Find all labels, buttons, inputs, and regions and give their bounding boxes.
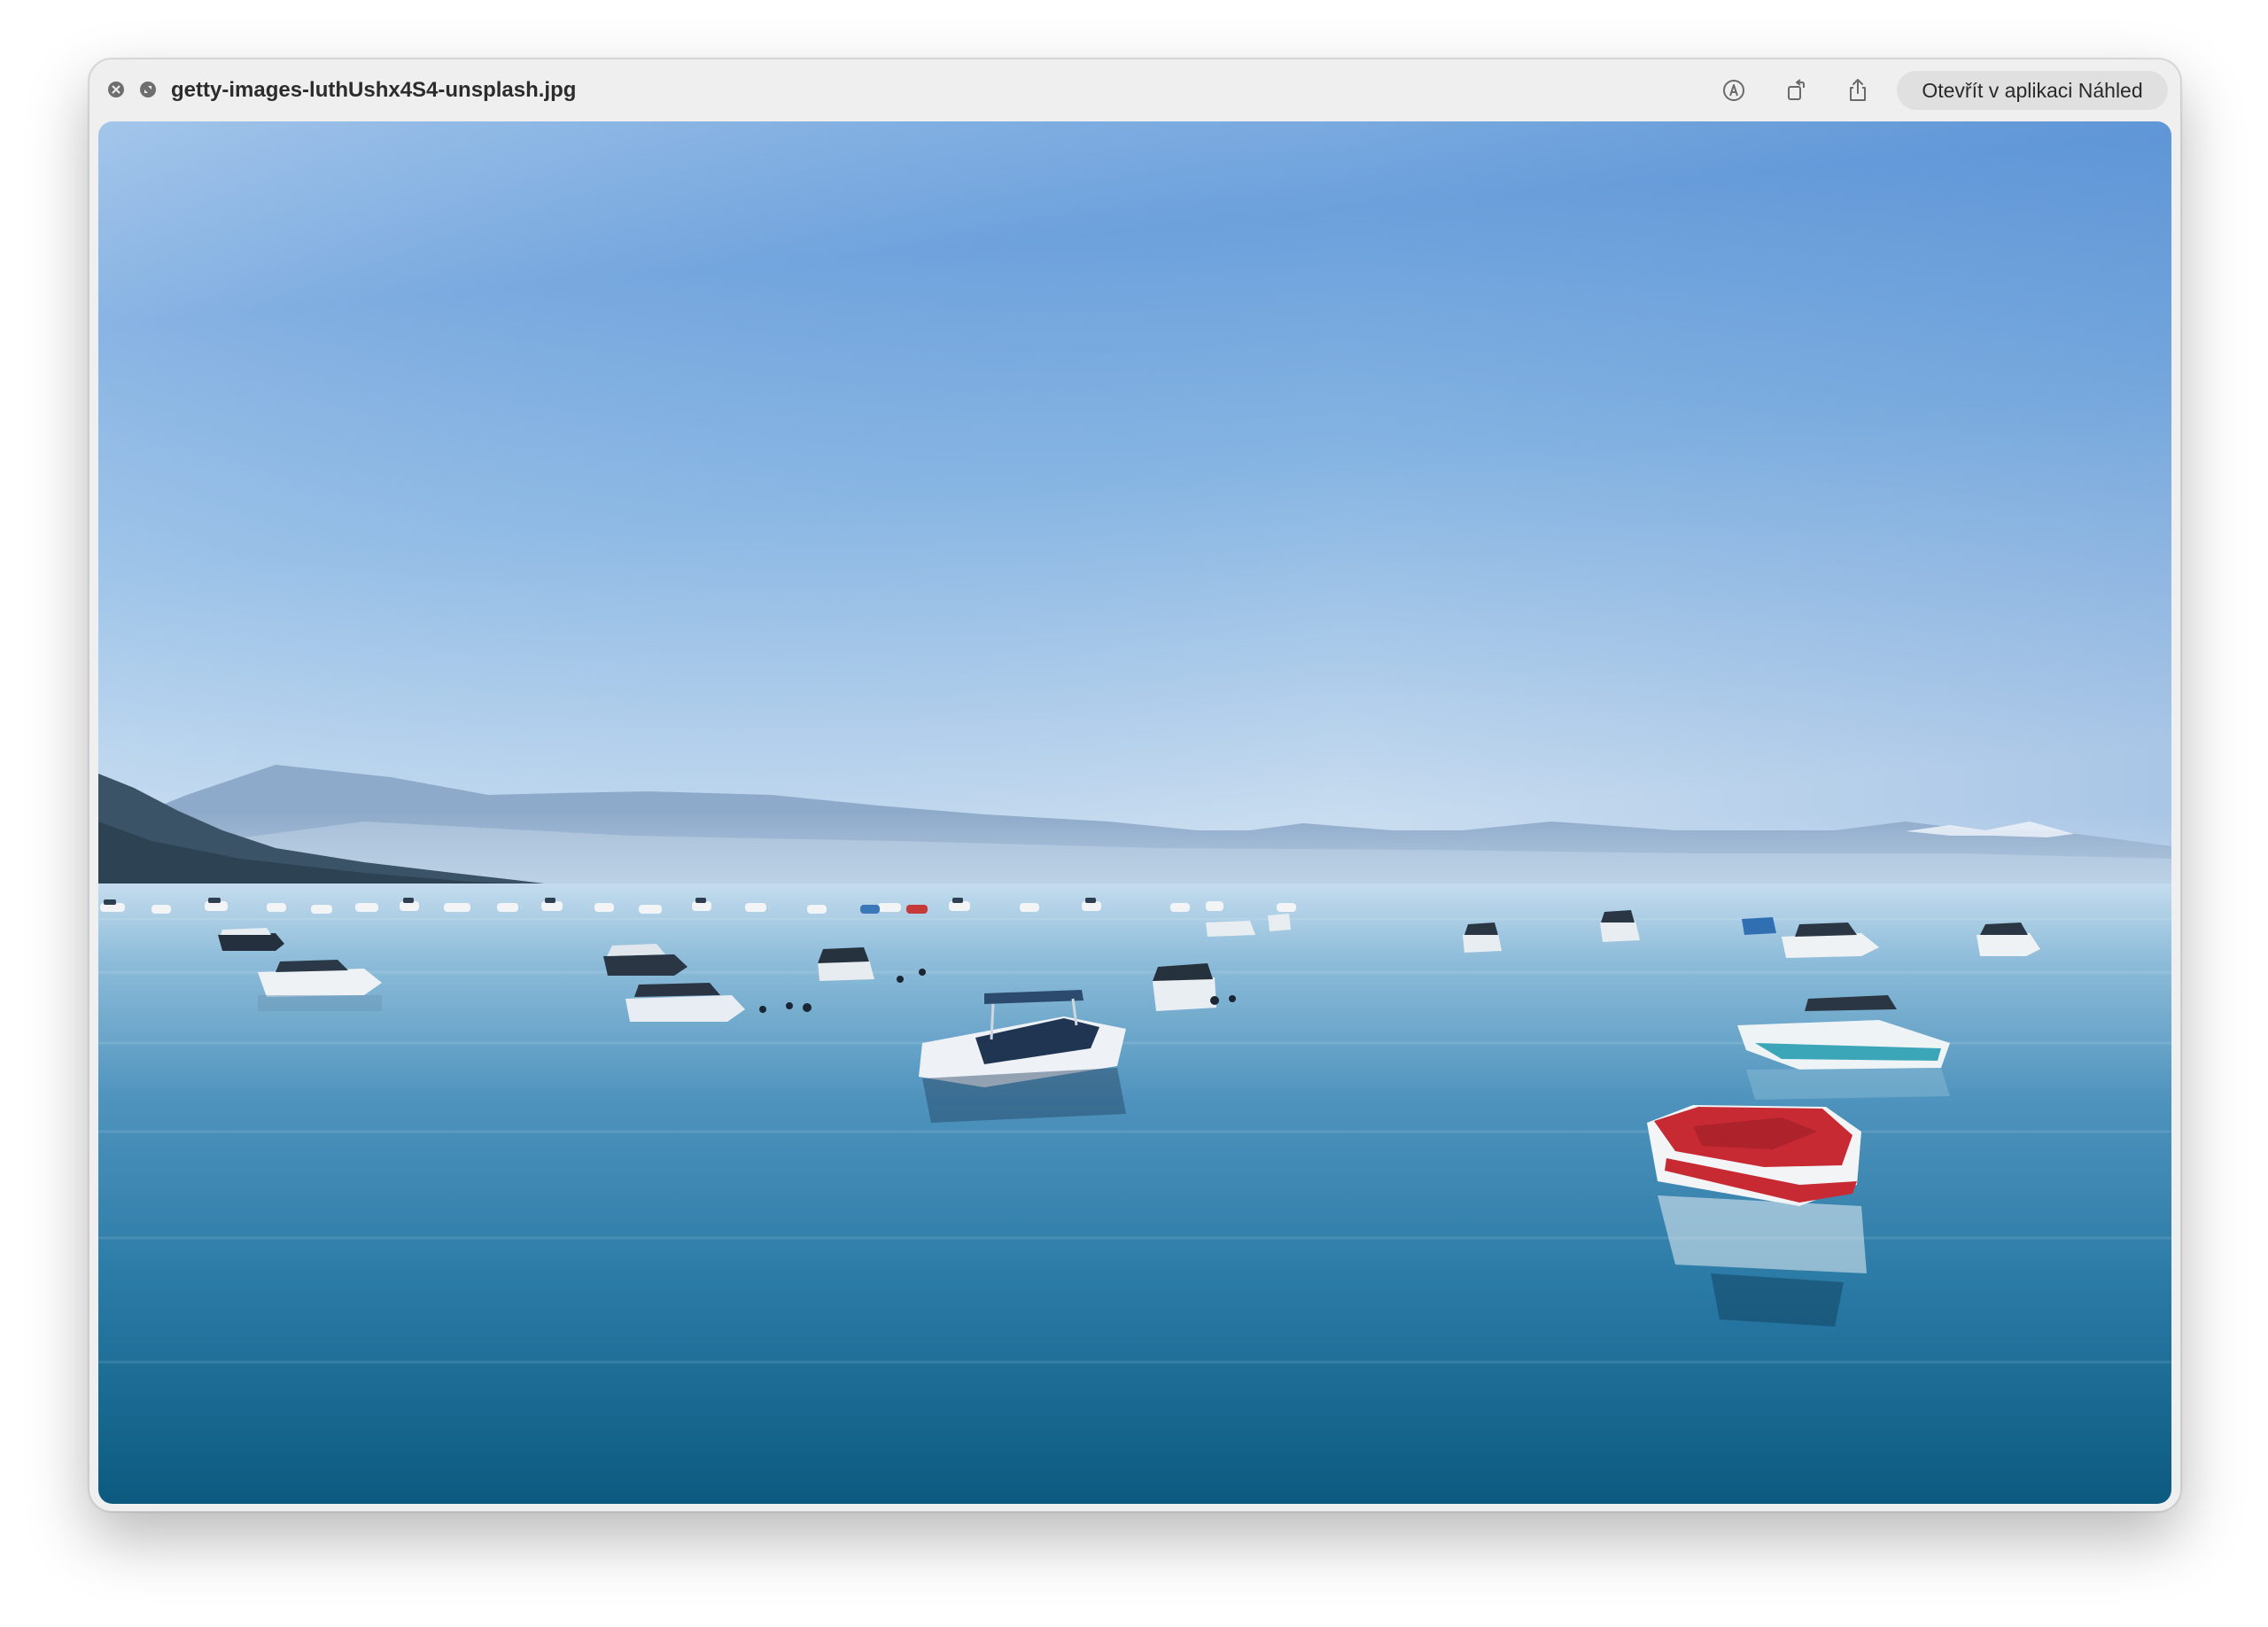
share-icon[interactable] [1844,76,1872,105]
markup-icon[interactable] [1720,76,1748,105]
title-bar: getty-images-luthUshx4S4-unsplash.jpg Ot… [89,59,2180,121]
preview-image [98,121,2171,1504]
fullscreen-icon[interactable] [139,81,157,98]
quick-look-window: getty-images-luthUshx4S4-unsplash.jpg Ot… [89,58,2181,1512]
window-title: getty-images-luthUshx4S4-unsplash.jpg [171,78,577,102]
open-in-preview-button[interactable]: Otevřít v aplikaci Náhled [1897,71,2168,110]
rotate-icon[interactable] [1782,76,1810,105]
close-icon[interactable] [107,81,125,98]
